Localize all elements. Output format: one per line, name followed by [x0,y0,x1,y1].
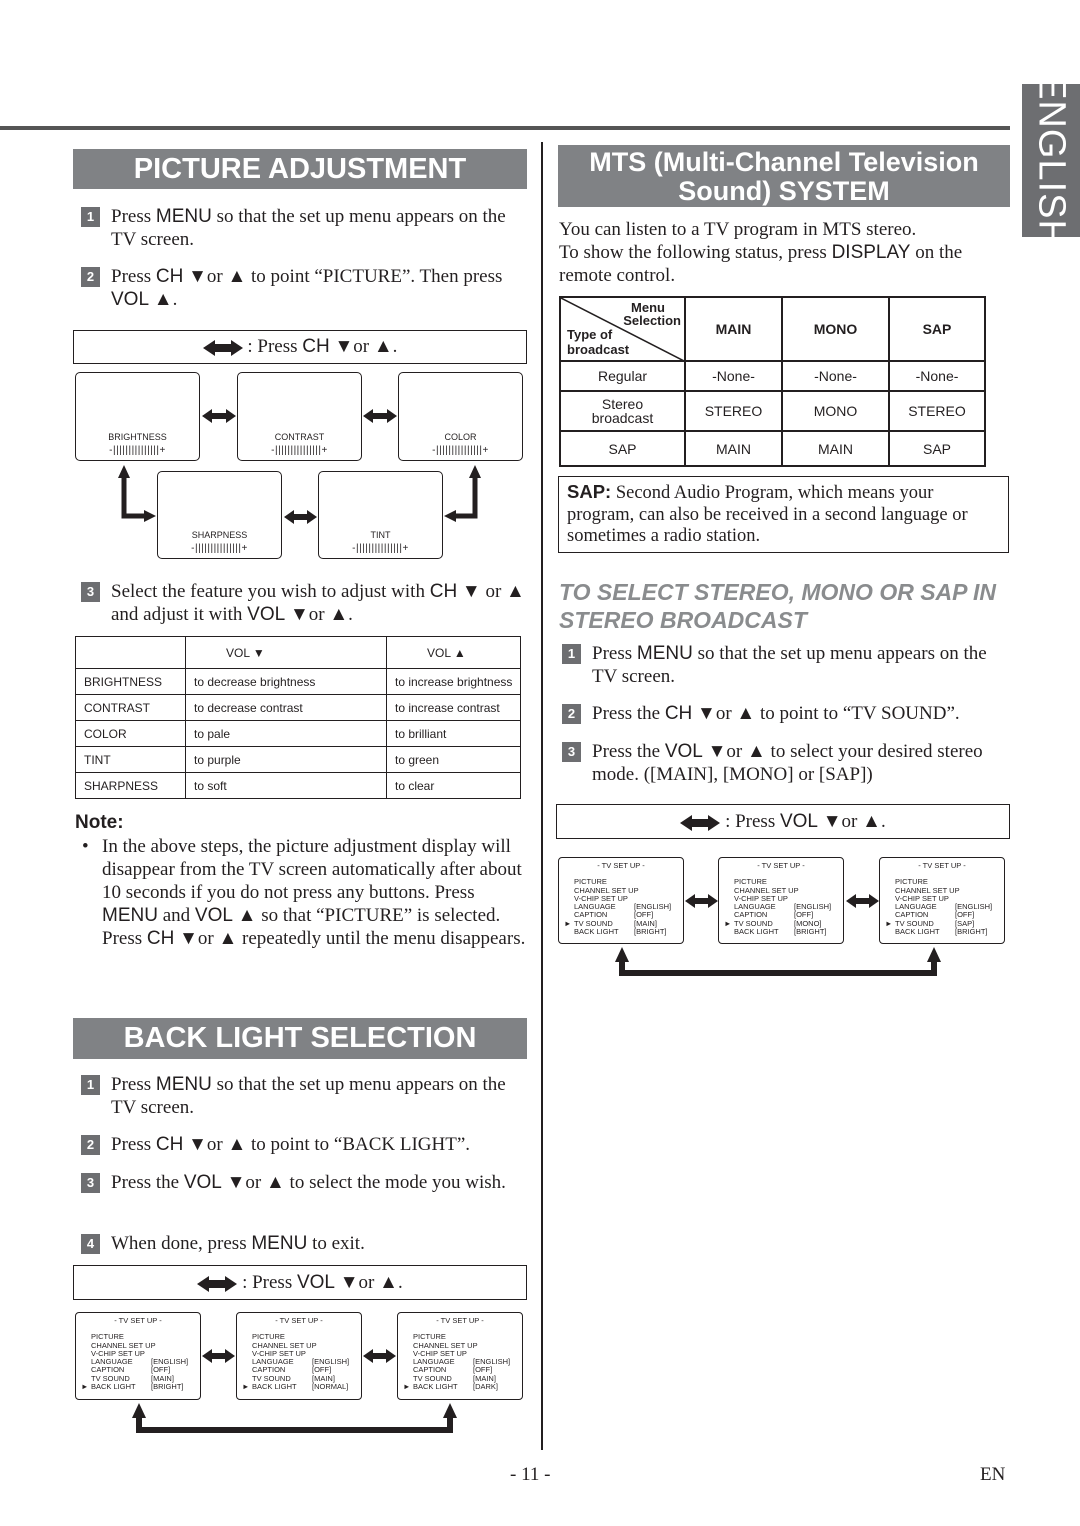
back-light-title: BACK LIGHT SELECTION [73,1018,527,1059]
double-arrow-icon [202,409,236,423]
backlight-hint-box: : Press VOL ▼or ▲. [73,1265,527,1300]
backlight-step-1: 1 Press MENU so that the set up menu app… [81,1073,526,1119]
double-arrow-icon [846,894,879,908]
double-arrow-icon [363,409,397,423]
corner-cell: Menu Selection Type of broadcast [559,296,686,362]
backlight-step-3: 3 Press the VOL ▼or ▲ to select the mode… [81,1171,526,1194]
picture-step-3: 3 Select the feature you wish to adjust … [81,580,526,626]
double-arrow-icon [197,1275,238,1292]
mts-hint-box: : Press VOL ▼or ▲. [556,804,1010,839]
table-row: Regular -None- -None- -None- [559,360,986,392]
note-heading: Note: [75,812,124,833]
mts-intro: You can listen to a TV program in MTS st… [559,219,963,286]
table-row: COLOR to pale to brilliant [75,720,521,747]
mts-step-1: 1 Press MENU so that the set up menu app… [562,642,1007,688]
note-body: • In the above steps, the picture adjust… [82,836,526,949]
double-arrow-icon [202,1349,235,1363]
mts-step-2: 2 Press the CH ▼or ▲ to point to “TV SOU… [562,702,1007,725]
backlight-step-2: 2 Press CH ▼or ▲ to point to “BACK LIGHT… [81,1133,526,1156]
table-row: CONTRAST to decrease contrast to increase … [75,694,521,721]
backlight-step-4: 4 When done, press MENU to exit. [81,1232,526,1255]
elbow-arrow-icon [455,478,478,519]
mts-table: Menu Selection Type of broadcast MAIN MONO… [559,296,986,467]
backlight-flow-arrows [132,1349,457,1433]
bullet: • [82,836,89,857]
stereo-subheading: TO SELECT STEREO, MONO OR SAP IN STEREO … [559,579,997,633]
double-arrow-icon [284,510,317,524]
double-arrow-icon [685,894,718,908]
double-arrow-icon [680,814,721,831]
page-number: - 11 - [510,1464,551,1485]
language-code: EN [980,1464,1006,1485]
mts-step-3: 3 Press the VOL ▼or ▲ to select your des… [562,740,1007,786]
double-arrow-icon [363,1349,396,1363]
table-row: SAP MAIN MAIN SAP [559,430,986,467]
column-divider [541,142,543,1450]
sap-note-box: SAP: Second Audio Program, which means y… [558,476,1009,553]
mts-flow-arrows [615,894,941,976]
table-row: TINT to purple to green [75,746,521,773]
language-tab: ENGLISH [1022,74,1080,247]
picture-flow-arrows [118,409,481,524]
mts-title: MTS (Multi-Channel Television Sound) SYS… [558,145,1010,207]
table-row: Stereo broadcast STEREO MONO STEREO [559,390,986,432]
picture-adjust-table: VOL ▼ VOL ▲ BRIGHTNESS to decrease bright… [75,636,521,799]
table-row: BRIGHTNESS to decrease brightness to incre… [75,668,521,695]
loop-arrow-icon [619,961,937,976]
loop-arrow-icon [136,1417,453,1433]
table-row: SHARPNESS to soft to clear [75,772,521,799]
elbow-arrow-icon [121,478,145,519]
